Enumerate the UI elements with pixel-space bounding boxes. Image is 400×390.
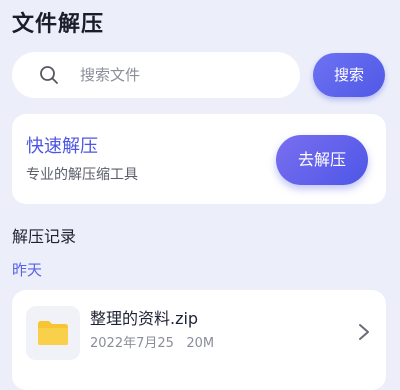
history-heading: 解压记录 — [12, 227, 77, 246]
list-item[interactable]: 整理的资料.zip 2022年7月25 20M — [12, 290, 386, 390]
file-date: 2022年7月25 — [90, 336, 174, 351]
go-extract-button[interactable]: 去解压 — [276, 135, 368, 185]
folder-icon — [38, 321, 68, 345]
quick-extract-title: 快速解压 — [26, 136, 98, 157]
file-meta: 2022年7月25 20M — [90, 335, 214, 353]
search-button[interactable]: 搜索 — [313, 53, 385, 97]
file-name: 整理的资料.zip — [90, 309, 199, 328]
date-group-label: 昨天 — [12, 261, 43, 279]
quick-extract-subtitle: 专业的解压缩工具 — [26, 167, 138, 183]
search-placeholder: 搜索文件 — [80, 66, 141, 84]
search-icon — [40, 66, 58, 84]
file-size: 20M — [186, 336, 215, 351]
search-bar: 搜索文件 搜索 — [12, 52, 386, 98]
search-input[interactable]: 搜索文件 — [12, 52, 300, 98]
file-thumbnail — [26, 306, 80, 360]
chevron-right-icon[interactable] — [358, 323, 370, 341]
quick-extract-card: 快速解压 专业的解压缩工具 去解压 — [12, 114, 386, 204]
page-title: 文件解压 — [12, 12, 105, 37]
